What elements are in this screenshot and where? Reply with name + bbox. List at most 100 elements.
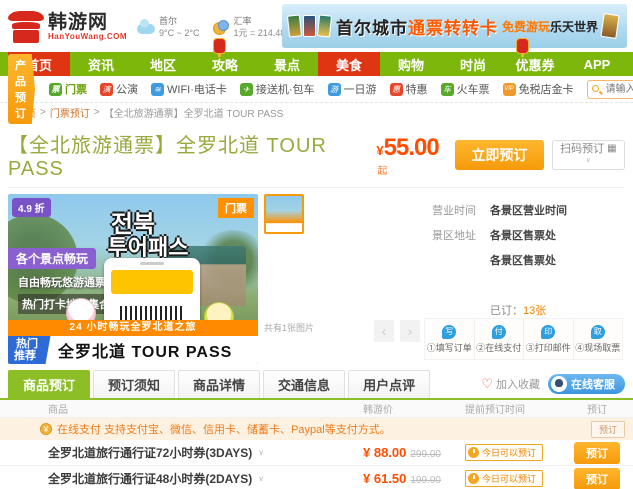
book-now-button[interactable]: 立即预订 xyxy=(455,140,544,170)
tab-notes[interactable]: 预订须知 xyxy=(93,370,176,398)
logo-text-cn: 韩游网 xyxy=(48,12,109,33)
vip-card-icon: VIP xyxy=(502,82,516,96)
subnav-item-wifi[interactable]: ≋ WIFI·电话卡 xyxy=(151,81,227,97)
chevron-down-icon: ∨ xyxy=(585,157,591,164)
weather-widget[interactable]: 首尔 9°C ~ 2°C xyxy=(137,15,199,39)
hours-label: 营业时间 xyxy=(432,205,476,217)
ad-banner[interactable]: 首尔城市 通票转转卡 免费游玩 乐天世界 xyxy=(282,4,627,48)
subnav-item-daytour[interactable]: 游 一日游 xyxy=(327,81,377,97)
pay-icon: 付 xyxy=(491,324,506,339)
theater-masks-icon: 演 xyxy=(100,82,113,96)
banner-text-1: 首尔城市 xyxy=(336,18,408,38)
subnav-label: WIFI·电话卡 xyxy=(167,84,227,96)
tab-details[interactable]: 商品详情 xyxy=(178,370,261,398)
subnav-label: 免税店金卡 xyxy=(518,84,574,96)
chevron-down-icon[interactable]: ∨ xyxy=(258,474,264,483)
breadcrumb-section[interactable]: 门票预订 xyxy=(50,105,90,120)
subnav-label: 公演 xyxy=(116,84,138,96)
row-book-time: 今日可以预订 xyxy=(482,474,537,484)
coins-icon xyxy=(213,20,230,35)
price-symbol: ¥ xyxy=(376,142,384,158)
nav-item-region[interactable]: 地区 xyxy=(132,52,194,76)
gallery-caption: 共有1张图片 xyxy=(264,323,315,333)
logo-text-en: HanYouWang.COM xyxy=(48,32,127,41)
online-service-button[interactable]: 在线客服 xyxy=(548,374,625,394)
product-header: 【全北旅游通票】全罗北道 TOUR PASS ¥55.00 起 立即预订 扫码预订… xyxy=(0,121,633,187)
row-book-button[interactable]: 预订 xyxy=(574,441,620,464)
banner-text-2: 通票转转卡 xyxy=(408,18,498,38)
favorite-label: 加入收藏 xyxy=(496,379,540,391)
hot-recommend-badge: 热门 推荐 xyxy=(8,336,51,364)
breadcrumb-current: 【全北旅游通票】全罗北道 TOUR PASS xyxy=(103,108,284,120)
weather-city: 首尔 xyxy=(159,16,178,26)
ticket-type-badge: 门票 xyxy=(218,198,254,218)
banner-text-3: 免费游玩 xyxy=(502,19,551,34)
image-gallery: 共有1张图片 ‹ › xyxy=(258,194,424,364)
nav-item-food[interactable]: 美食 xyxy=(318,52,380,76)
ticket-icon: 票 xyxy=(49,82,62,96)
subnav-label: 特惠 xyxy=(405,84,428,96)
row-price: ¥ 88.00 xyxy=(363,445,407,460)
breadcrumb-separator: > xyxy=(40,106,46,118)
row-old-price: 299.00 xyxy=(410,449,441,460)
table-row: 全罗北道旅行通行证48小时券(2DAYS) ∨ ¥ 61.50 199.00 今日可… xyxy=(0,466,633,489)
favorite-button[interactable]: ♡ 加入收藏 xyxy=(481,376,540,392)
heart-icon: ♡ xyxy=(481,376,493,391)
table-header: 商品 韩游价 提前预订时间 预订 xyxy=(0,400,633,418)
header: 韩游网 HanYouWang.COM 首尔 9°C ~ 2°C 汇率 1元 = … xyxy=(0,0,633,52)
deal-icon: 惠 xyxy=(389,82,403,96)
product-image[interactable]: 전북 투어패스 4.9 折 门票 各个景点畅玩 自由畅玩悠游通票 热门打卡地大集… xyxy=(8,194,258,364)
subnav-item-dutyfree[interactable]: VIP 免税店金卡 xyxy=(502,81,574,97)
hours-value: 各景区营业时间 xyxy=(490,205,567,217)
scan-book-button[interactable]: 扫码预订 ▦ ∨ xyxy=(551,140,625,170)
subnav-label: 接送机·包车 xyxy=(255,84,315,96)
image-orange-strip: 24 小时畅玩全罗北道之旅 xyxy=(8,320,258,336)
subnav-item-train[interactable]: 车 火车票 xyxy=(440,81,490,97)
tab-bar: 商品预订 预订须知 商品详情 交通信息 用户点评 ♡ 加入收藏 在线客服 xyxy=(0,364,633,400)
product-info: 营业时间 各景区营业时间 景区地址 各景区售票处 各景区售票处 已订：13张 写… xyxy=(424,194,625,364)
nav-item-guide[interactable]: 攻略 xyxy=(194,52,256,76)
tab-reviews[interactable]: 用户点评 xyxy=(348,370,431,398)
nav-item-news[interactable]: 资讯 xyxy=(70,52,132,76)
coin-icon: ¥ xyxy=(40,423,52,435)
nav-item-shopping[interactable]: 购物 xyxy=(380,52,442,76)
weather-range: 9°C ~ 2°C xyxy=(159,28,200,38)
banner-cards-icon xyxy=(286,14,333,38)
nav-item-fashion[interactable]: 时尚 xyxy=(442,52,504,76)
nav-item-app[interactable]: APP xyxy=(566,52,628,76)
payment-notice: ¥ 在线支付 支持支付宝、微信、信用卡、储蓄卡、Paypal等支付方式。 预订 xyxy=(0,418,633,440)
step-print-mail: 印 ③打印邮件 xyxy=(523,319,573,359)
subnav-item-tickets[interactable]: 票 门票 xyxy=(49,81,87,97)
row-book-time: 今日可以预订 xyxy=(482,448,537,458)
site-logo[interactable]: 韩游网 HanYouWang.COM xyxy=(8,10,127,44)
gallery-next-button[interactable]: › xyxy=(400,320,420,342)
tab-booking[interactable]: 商品预订 xyxy=(8,370,91,398)
gallery-thumbnail[interactable] xyxy=(264,194,304,234)
chevron-down-icon[interactable]: ∨ xyxy=(258,448,264,457)
subnav-item-shows[interactable]: 演 公演 xyxy=(100,81,138,97)
step-pickup: 取 ④现场取票 xyxy=(572,319,623,359)
row-price: ¥ 61.50 xyxy=(363,471,407,486)
sub-nav: 产品预订 票 门票 演 公演 ≋ WIFI·电话卡 ✈ 接送机·包车 游 一日游… xyxy=(0,54,633,124)
row-book-button[interactable]: 预订 xyxy=(574,467,620,489)
tab-traffic[interactable]: 交通信息 xyxy=(263,370,346,398)
page: 韩游网 HanYouWang.COM 首尔 9°C ~ 2°C 汇率 1元 = … xyxy=(0,0,633,489)
nav-item-coupons[interactable]: 优惠券 xyxy=(504,52,566,76)
subnav-item-transfer[interactable]: ✈ 接送机·包车 xyxy=(239,81,315,97)
notice-book-button[interactable]: 预订 xyxy=(590,420,625,438)
price-suffix: 起 xyxy=(377,165,388,177)
booking-tag[interactable]: 产品预订 xyxy=(8,54,35,124)
wifi-icon: ≋ xyxy=(151,82,164,96)
red-envelope-icon[interactable] xyxy=(516,38,529,57)
pickup-icon: 取 xyxy=(590,324,605,339)
gallery-prev-button[interactable]: ‹ xyxy=(374,320,394,342)
nav-item-sights[interactable]: 景点 xyxy=(256,52,318,76)
main-nav: 首页 资讯 地区 攻略 景点 美食 购物 时尚 优惠券 APP xyxy=(0,52,633,76)
product-name: 全罗北道旅行通行证48小时券(2DAYS) xyxy=(48,472,253,486)
page-title: 【全北旅游通票】全罗北道 TOUR PASS xyxy=(8,135,327,180)
hot-badge-line1: 热门 xyxy=(16,338,39,350)
red-envelope-icon[interactable] xyxy=(213,38,226,57)
table-row: 全罗北道旅行通行证72小时券(3DAYS) ∨ ¥ 88.00 299.00 今日可… xyxy=(0,440,633,466)
price-value: 55.00 xyxy=(383,133,440,161)
subnav-item-deals[interactable]: 惠 特惠 xyxy=(389,81,428,97)
